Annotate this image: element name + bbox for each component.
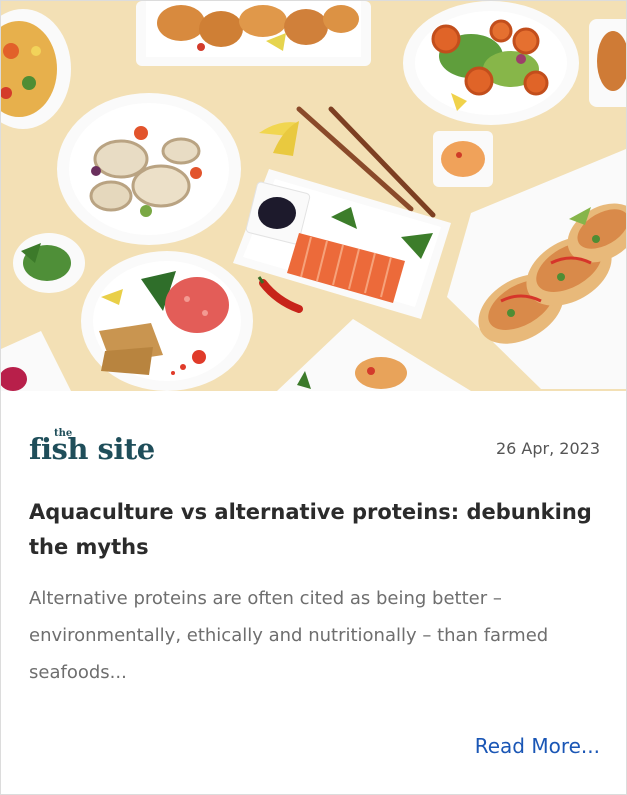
article-meta: the fish site 26 Apr, 2023 [29,429,600,469]
calamari-platter [136,1,371,66]
read-more-link[interactable]: Read More... [475,734,600,758]
article-image[interactable] [1,1,626,391]
article-card[interactable]: the fish site 26 Apr, 2023 Aquaculture v… [0,0,627,795]
herb-bowl [13,233,85,293]
publish-date: 26 Apr, 2023 [495,439,600,458]
logo-main-text: fish site [29,432,155,466]
tuna-tartare-plate [81,251,253,391]
article-excerpt: Alternative proteins are often cited as … [29,588,549,683]
calamari-salad-plate [403,1,579,125]
corner-dish [589,19,626,107]
article-title[interactable]: Aquaculture vs alternative proteins: deb… [29,495,596,565]
dip-bowl [433,131,493,187]
the-fish-site-logo[interactable]: the fish site [29,429,169,469]
squid-ring-plate [57,93,241,245]
